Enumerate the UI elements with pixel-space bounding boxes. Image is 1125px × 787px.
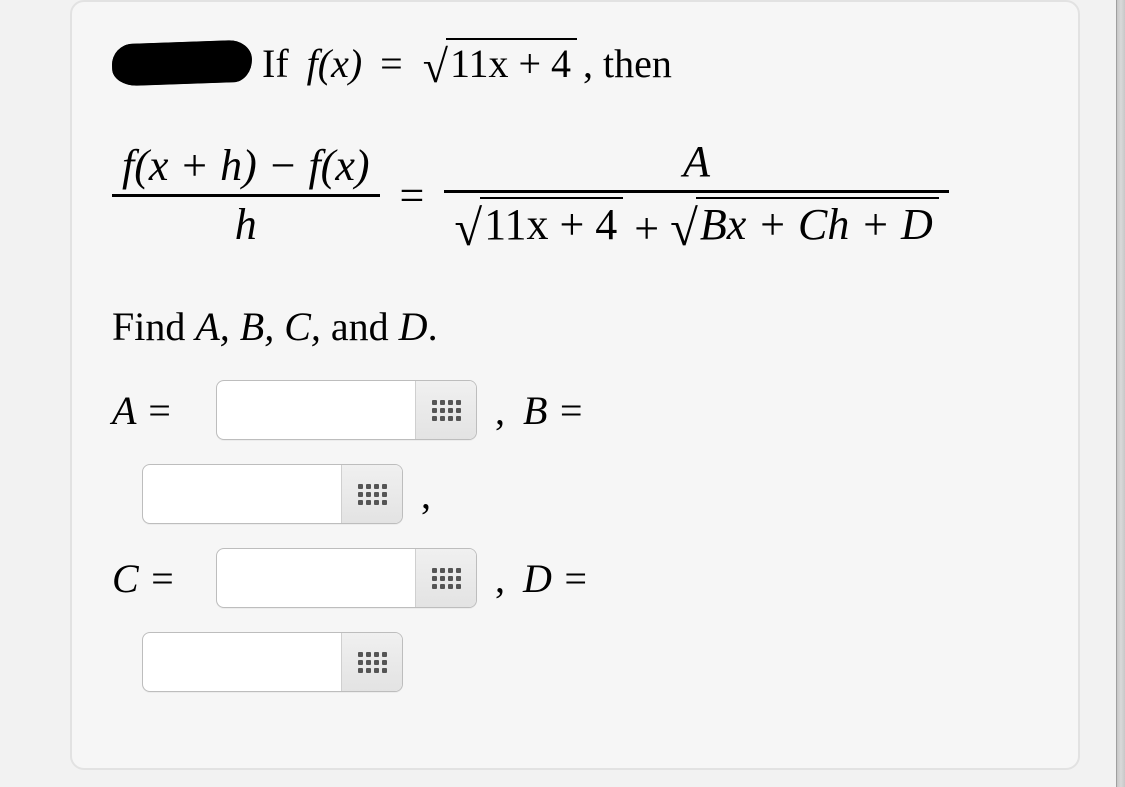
find-word: Find [112, 304, 195, 349]
find-instruction: Find A, B, C, and D. [112, 303, 1048, 350]
and-word: and [321, 304, 399, 349]
A-label: A = [112, 387, 202, 434]
row-B: , [142, 464, 1048, 524]
lhs-numerator: f(x + h) − f(x) [112, 138, 380, 194]
page-root: If f(x) = √ 11x + 4 , then f(x + h) − f(… [0, 0, 1125, 787]
difference-quotient-equation: f(x + h) − f(x) h = A √ 11x + 4 + √ Bx +… [112, 134, 1048, 257]
comma-AB: , [491, 387, 509, 434]
rhs-fraction: A √ 11x + 4 + √ Bx + Ch + D [444, 134, 949, 257]
keypad-button-D[interactable] [341, 633, 402, 691]
keypad-icon [358, 652, 387, 673]
row-A: A = , B = [112, 380, 1048, 440]
comma-CD: , [491, 555, 509, 602]
prompt-line: If f(x) = √ 11x + 4 , then [112, 38, 1048, 88]
row-D [142, 632, 1048, 692]
D-input[interactable] [143, 633, 341, 691]
radicand-main: 11x + 4 [446, 38, 577, 88]
redaction-scribble [111, 40, 252, 87]
find-period: . [428, 304, 438, 349]
plus-sign: + [634, 204, 670, 253]
rhs-numerator: A [673, 134, 720, 190]
row-C: C = , D = [112, 548, 1048, 608]
lhs-fraction: f(x + h) − f(x) h [112, 138, 380, 254]
A-input-wrap [216, 380, 477, 440]
keypad-icon [432, 568, 461, 589]
keypad-icon [432, 400, 461, 421]
rhs-denominator: √ 11x + 4 + √ Bx + Ch + D [444, 193, 949, 258]
if-text: If [262, 40, 289, 87]
D-label: D = [523, 555, 589, 602]
C-label: C = [112, 555, 202, 602]
keypad-button-B[interactable] [341, 465, 402, 523]
D-input-wrap [142, 632, 403, 692]
find-lastvar: D [399, 304, 428, 349]
equals-sign-main: = [400, 170, 425, 221]
B-input-wrap [142, 464, 403, 524]
equals-sign: = [380, 40, 403, 87]
f-of-x: f(x) [307, 40, 363, 87]
A-input[interactable] [217, 381, 415, 439]
B-input[interactable] [143, 465, 341, 523]
lhs-denominator: h [225, 197, 267, 253]
scrollbar-edge[interactable] [1116, 0, 1125, 787]
C-input-wrap [216, 548, 477, 608]
find-vars: A, B, C, [195, 304, 321, 349]
keypad-button-C[interactable] [415, 549, 476, 607]
rhs-sqrt-2: √ Bx + Ch + D [670, 197, 939, 252]
answers-block: A = , B = [112, 380, 1048, 692]
rhs-sqrt-1: √ 11x + 4 [454, 197, 623, 252]
rhs-radicand-2: Bx + Ch + D [696, 197, 939, 252]
keypad-icon [358, 484, 387, 505]
rhs-radicand-1: 11x + 4 [480, 197, 623, 252]
C-input[interactable] [217, 549, 415, 607]
B-label: B = [523, 387, 584, 434]
comma-B: , [417, 471, 435, 518]
problem-card: If f(x) = √ 11x + 4 , then f(x + h) − f(… [70, 0, 1080, 770]
keypad-button-A[interactable] [415, 381, 476, 439]
sqrt-main: √ 11x + 4 [423, 38, 577, 88]
then-text: , then [583, 40, 672, 87]
